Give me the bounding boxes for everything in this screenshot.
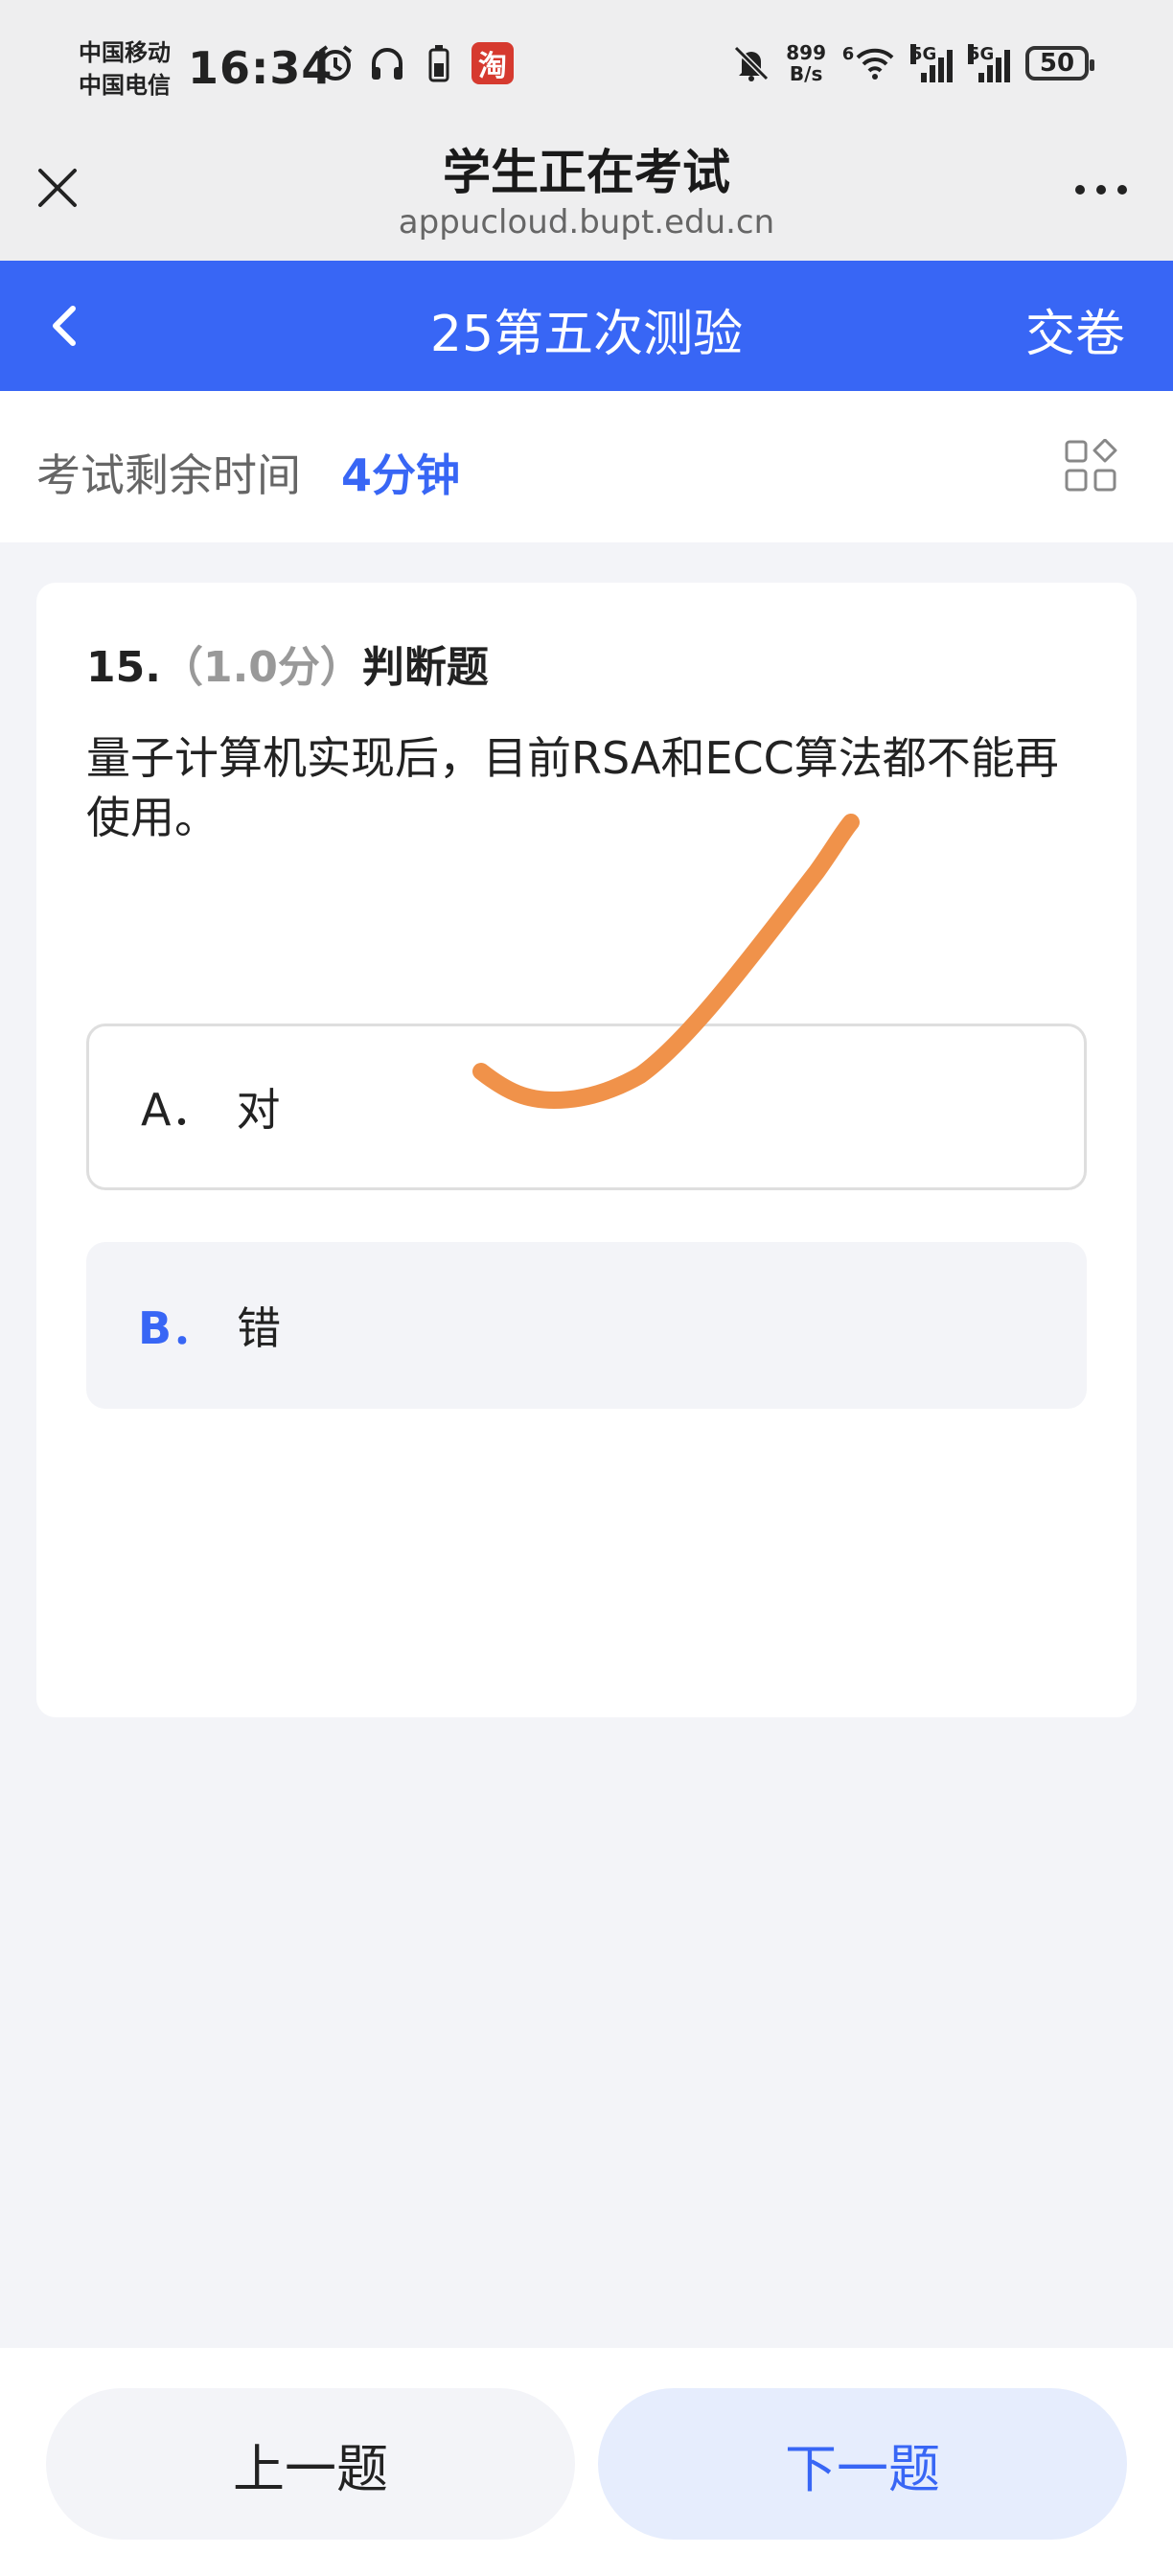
timer-row: 考试剩余时间 4分钟 xyxy=(0,391,1173,542)
browser-header: 中国移动 中国电信 16:34 淘 899 B/s 6 5G 5G 50 学生正… xyxy=(0,0,1173,261)
signal-icon: 5G xyxy=(910,44,953,82)
status-time: 16:34 xyxy=(188,42,334,94)
more-icon[interactable] xyxy=(1068,171,1135,209)
submit-exam-button[interactable]: 交卷 xyxy=(1025,293,1125,365)
prev-question-button[interactable]: 上一题 xyxy=(46,2388,575,2540)
option-letter: A． xyxy=(141,1084,216,1136)
timer-value: 4分钟 xyxy=(341,449,461,501)
status-icons-left: 淘 xyxy=(316,42,514,84)
status-icons-right: 899 B/s 6 5G 5G 50 xyxy=(732,42,1094,84)
option-b[interactable]: B． 错 xyxy=(86,1242,1087,1409)
option-letter: B． xyxy=(138,1302,217,1354)
question-number: 15. xyxy=(86,643,161,692)
signal-2-label: 5G xyxy=(968,44,995,64)
next-question-button[interactable]: 下一题 xyxy=(598,2388,1127,2540)
mute-bell-icon xyxy=(732,44,770,82)
bottom-nav: 上一题 下一题 xyxy=(0,2348,1173,2576)
exam-title: 25第五次测验 xyxy=(429,306,744,363)
question-card: 15.（1.0分）判断题 量子计算机实现后，目前RSA和ECC算法都不能再使用。… xyxy=(36,583,1137,1717)
option-a[interactable]: A． 对 xyxy=(86,1024,1087,1190)
headphones-icon xyxy=(368,44,406,82)
net-speed: 899 B/s xyxy=(786,42,826,84)
wifi-badge: 6 xyxy=(841,44,855,64)
app-bar: 25第五次测验 交卷 xyxy=(0,261,1173,391)
carrier-info: 中国移动 中国电信 xyxy=(79,36,171,102)
page-url: appucloud.bupt.edu.cn xyxy=(398,203,775,242)
timer-label: 考试剩余时间 xyxy=(36,449,301,501)
question-text: 量子计算机实现后，目前RSA和ECC算法都不能再使用。 xyxy=(86,732,1059,843)
alarm-icon xyxy=(316,44,355,82)
carrier-1: 中国移动 xyxy=(79,39,171,66)
option-text: 对 xyxy=(236,1084,281,1136)
signal-1-label: 5G xyxy=(910,44,937,64)
taobao-icon: 淘 xyxy=(472,42,514,84)
signal-icon: 5G xyxy=(968,44,1010,82)
battery-small-icon xyxy=(420,44,458,82)
carrier-2: 中国电信 xyxy=(79,72,171,99)
battery-icon: 50 xyxy=(1025,46,1094,80)
page-title: 学生正在考试 xyxy=(443,145,730,200)
question-grid-icon[interactable] xyxy=(1064,438,1117,493)
question-score: （1.0分） xyxy=(160,643,362,692)
option-text: 错 xyxy=(237,1302,282,1354)
question-header: 15.（1.0分）判断题 xyxy=(86,632,489,694)
net-speed-unit: B/s xyxy=(789,62,823,85)
wifi-icon: 6 xyxy=(841,44,895,82)
question-type: 判断题 xyxy=(361,643,489,692)
net-speed-value: 899 xyxy=(786,41,826,64)
